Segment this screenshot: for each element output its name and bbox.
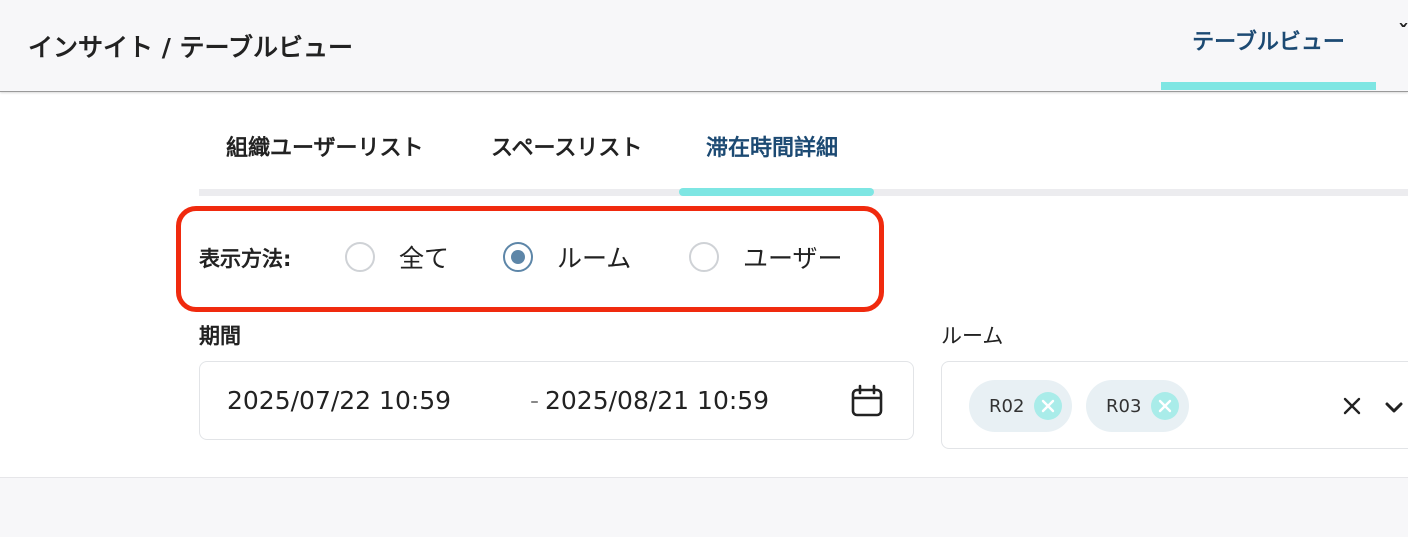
end-date-input[interactable]: 2025/08/21 10:59: [545, 386, 769, 415]
chip-remove-icon[interactable]: [1151, 392, 1180, 420]
period-label: 期間: [199, 324, 241, 348]
tab-next-clipped[interactable]: ˇ: [1398, 22, 1408, 47]
clear-icon[interactable]: [1340, 394, 1364, 418]
tab-table-view-label: テーブルビュー: [1192, 30, 1345, 55]
radio-all[interactable]: 全て: [345, 239, 449, 275]
radio-label[interactable]: ルーム: [557, 239, 631, 275]
breadcrumb: インサイト / テーブルビュー: [28, 33, 354, 62]
date-separator: -: [530, 386, 540, 415]
room-chip-label: R02: [989, 395, 1025, 417]
tab-table-view[interactable]: テーブルビュー: [1161, 24, 1376, 90]
start-date-input[interactable]: 2025/07/22 10:59: [227, 386, 451, 415]
calendar-icon[interactable]: [850, 384, 884, 418]
tab-space-list[interactable]: スペースリスト: [491, 130, 642, 162]
radio-circle[interactable]: [689, 242, 719, 272]
radio-user[interactable]: ユーザー: [689, 239, 843, 275]
subtab-bar: 組織ユーザーリスト スペースリスト 滞在時間詳細: [199, 122, 1408, 196]
room-multiselect[interactable]: R02 R03: [941, 361, 1408, 449]
room-chip-label: R03: [1106, 395, 1142, 417]
radio-label[interactable]: ユーザー: [743, 239, 843, 275]
room-chip[interactable]: R02: [969, 380, 1073, 432]
radio-circle[interactable]: [345, 242, 375, 272]
top-bar: インサイト / テーブルビュー テーブルビュー ˇ: [0, 0, 1408, 92]
room-chip[interactable]: R03: [1086, 380, 1190, 432]
tab-stay-time-detail[interactable]: 滞在時間詳細: [706, 130, 838, 162]
tab-org-user-list[interactable]: 組織ユーザーリスト: [226, 130, 424, 162]
active-tab-indicator: [1161, 82, 1376, 90]
radio-room[interactable]: ルーム: [503, 239, 631, 275]
radio-circle[interactable]: [503, 242, 533, 272]
room-label: ルーム: [941, 324, 1004, 348]
date-range-input[interactable]: 2025/07/22 10:59 - 2025/08/21 10:59: [199, 361, 914, 440]
radio-label[interactable]: 全て: [399, 239, 449, 275]
chevron-down-icon[interactable]: [1382, 396, 1406, 420]
footer-area: [0, 477, 1408, 537]
subtab-active-indicator: [679, 188, 874, 196]
display-method-label: 表示方法:: [199, 247, 292, 271]
chip-remove-icon[interactable]: [1034, 392, 1063, 420]
